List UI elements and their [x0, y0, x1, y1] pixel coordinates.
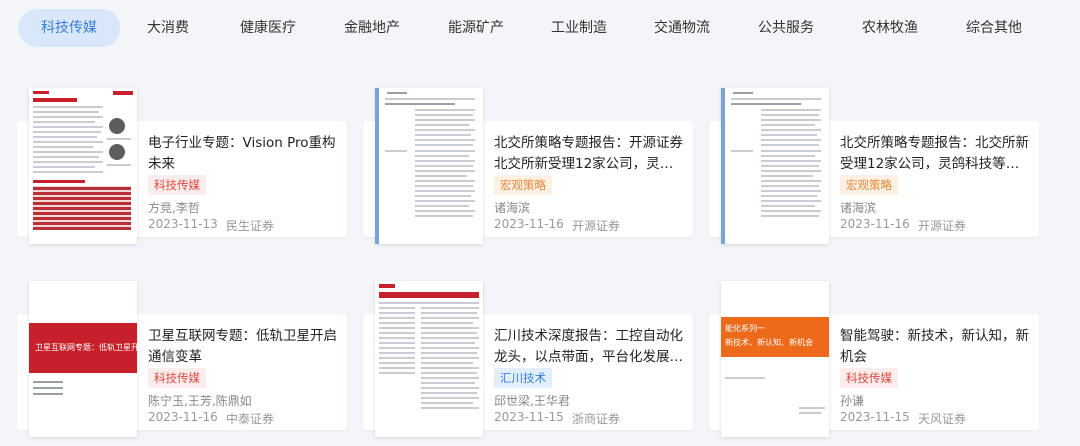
- report-card[interactable]: 电子行业专题：Vision Pro重构未来 科技传媒 方竞,李哲 2023-11…: [17, 88, 347, 244]
- tab-energy-mining[interactable]: 能源矿产: [424, 9, 528, 47]
- report-card[interactable]: 汇川技术深度报告：工控自动化龙头，以点带面，平台化发展穿越… 汇川技术 邱世梁,…: [363, 281, 693, 437]
- tab-public-service[interactable]: 公共服务: [734, 9, 838, 47]
- report-authors: 诸海滨: [840, 201, 877, 215]
- report-authors: 孙谦: [840, 394, 865, 408]
- category-tabs: 科技传媒 大消费 健康医疗 金融地产 能源矿产 工业制造 交通物流 公共服务 农…: [0, 0, 1080, 56]
- industry-tag[interactable]: 宏观策略: [840, 175, 898, 195]
- report-date: 2023-11-16: [840, 217, 910, 231]
- tab-tech-media[interactable]: 科技传媒: [18, 9, 120, 47]
- report-title[interactable]: 电子行业专题：Vision Pro重构未来: [148, 133, 340, 175]
- tab-industrial[interactable]: 工业制造: [528, 9, 630, 47]
- report-date: 2023-11-16: [148, 410, 218, 424]
- report-title[interactable]: 卫星互联网专题：低轨卫星开启通信变革: [148, 326, 340, 368]
- report-card[interactable]: 卫星互联网专题：低轨卫星开 卫星互联网专题：低轨卫星开启通信变革 科技传媒 陈宁…: [17, 281, 347, 437]
- tab-consumer[interactable]: 大消费: [120, 9, 216, 47]
- report-broker: 天风证券: [918, 412, 967, 426]
- cover-text-line-2: 新技术、新认知、新机会: [725, 338, 813, 347]
- report-authors: 诸海滨: [494, 201, 531, 215]
- report-title[interactable]: 智能驾驶：新技术，新认知，新机会: [840, 326, 1032, 368]
- company-tag[interactable]: 汇川技术: [494, 368, 552, 388]
- report-date: 2023-11-15: [494, 410, 564, 424]
- report-thumbnail[interactable]: 能化系列一 新技术、新认知、新机会: [721, 281, 829, 437]
- tab-transport-logistics[interactable]: 交通物流: [630, 9, 734, 47]
- tab-healthcare[interactable]: 健康医疗: [216, 9, 320, 47]
- report-thumbnail[interactable]: [375, 281, 483, 437]
- report-card[interactable]: 北交所策略专题报告：开源证券北交所新受理12家公司，灵鸽科技… 宏观策略 诸海滨…: [363, 88, 693, 244]
- report-title[interactable]: 北交所策略专题报告：北交所新受理12家公司，灵鸽科技等财务表…: [840, 133, 1032, 175]
- report-thumbnail[interactable]: [29, 88, 137, 244]
- report-broker: 开源证券: [572, 219, 621, 233]
- report-title[interactable]: 北交所策略专题报告：开源证券北交所新受理12家公司，灵鸽科技…: [494, 133, 686, 175]
- report-title[interactable]: 汇川技术深度报告：工控自动化龙头，以点带面，平台化发展穿越…: [494, 326, 686, 368]
- report-date: 2023-11-15: [840, 410, 910, 424]
- report-card[interactable]: 北交所策略专题报告：北交所新受理12家公司，灵鸽科技等财务表… 宏观策略 诸海滨…: [709, 88, 1039, 244]
- report-authors: 方竞,李哲: [148, 201, 200, 215]
- report-authors: 陈宁玉,王芳,陈鼎如: [148, 394, 252, 408]
- report-date: 2023-11-13: [148, 217, 218, 231]
- report-card[interactable]: 能化系列一 新技术、新认知、新机会 智能驾驶：新技术，新认知，新机会 科技传媒 …: [709, 281, 1039, 437]
- report-broker: 浙商证券: [572, 412, 621, 426]
- industry-tag[interactable]: 宏观策略: [494, 175, 552, 195]
- report-broker: 开源证券: [918, 219, 967, 233]
- report-date: 2023-11-16: [494, 217, 564, 231]
- report-authors: 邱世梁,王华君: [494, 394, 570, 408]
- industry-tag[interactable]: 科技传媒: [840, 368, 898, 388]
- report-broker: 中泰证券: [226, 412, 275, 426]
- report-broker: 民生证券: [226, 219, 275, 233]
- tab-agriculture[interactable]: 农林牧渔: [838, 9, 942, 47]
- industry-tag[interactable]: 科技传媒: [148, 175, 206, 195]
- cover-text: 卫星互联网专题：低轨卫星开: [35, 343, 137, 352]
- tab-other[interactable]: 综合其他: [942, 9, 1046, 47]
- report-thumbnail[interactable]: 卫星互联网专题：低轨卫星开: [29, 281, 137, 437]
- industry-tag[interactable]: 科技传媒: [148, 368, 206, 388]
- cover-text-line-1: 能化系列一: [725, 324, 765, 333]
- report-thumbnail[interactable]: [721, 88, 829, 244]
- report-thumbnail[interactable]: [375, 88, 483, 244]
- tab-finance-realestate[interactable]: 金融地产: [320, 9, 424, 47]
